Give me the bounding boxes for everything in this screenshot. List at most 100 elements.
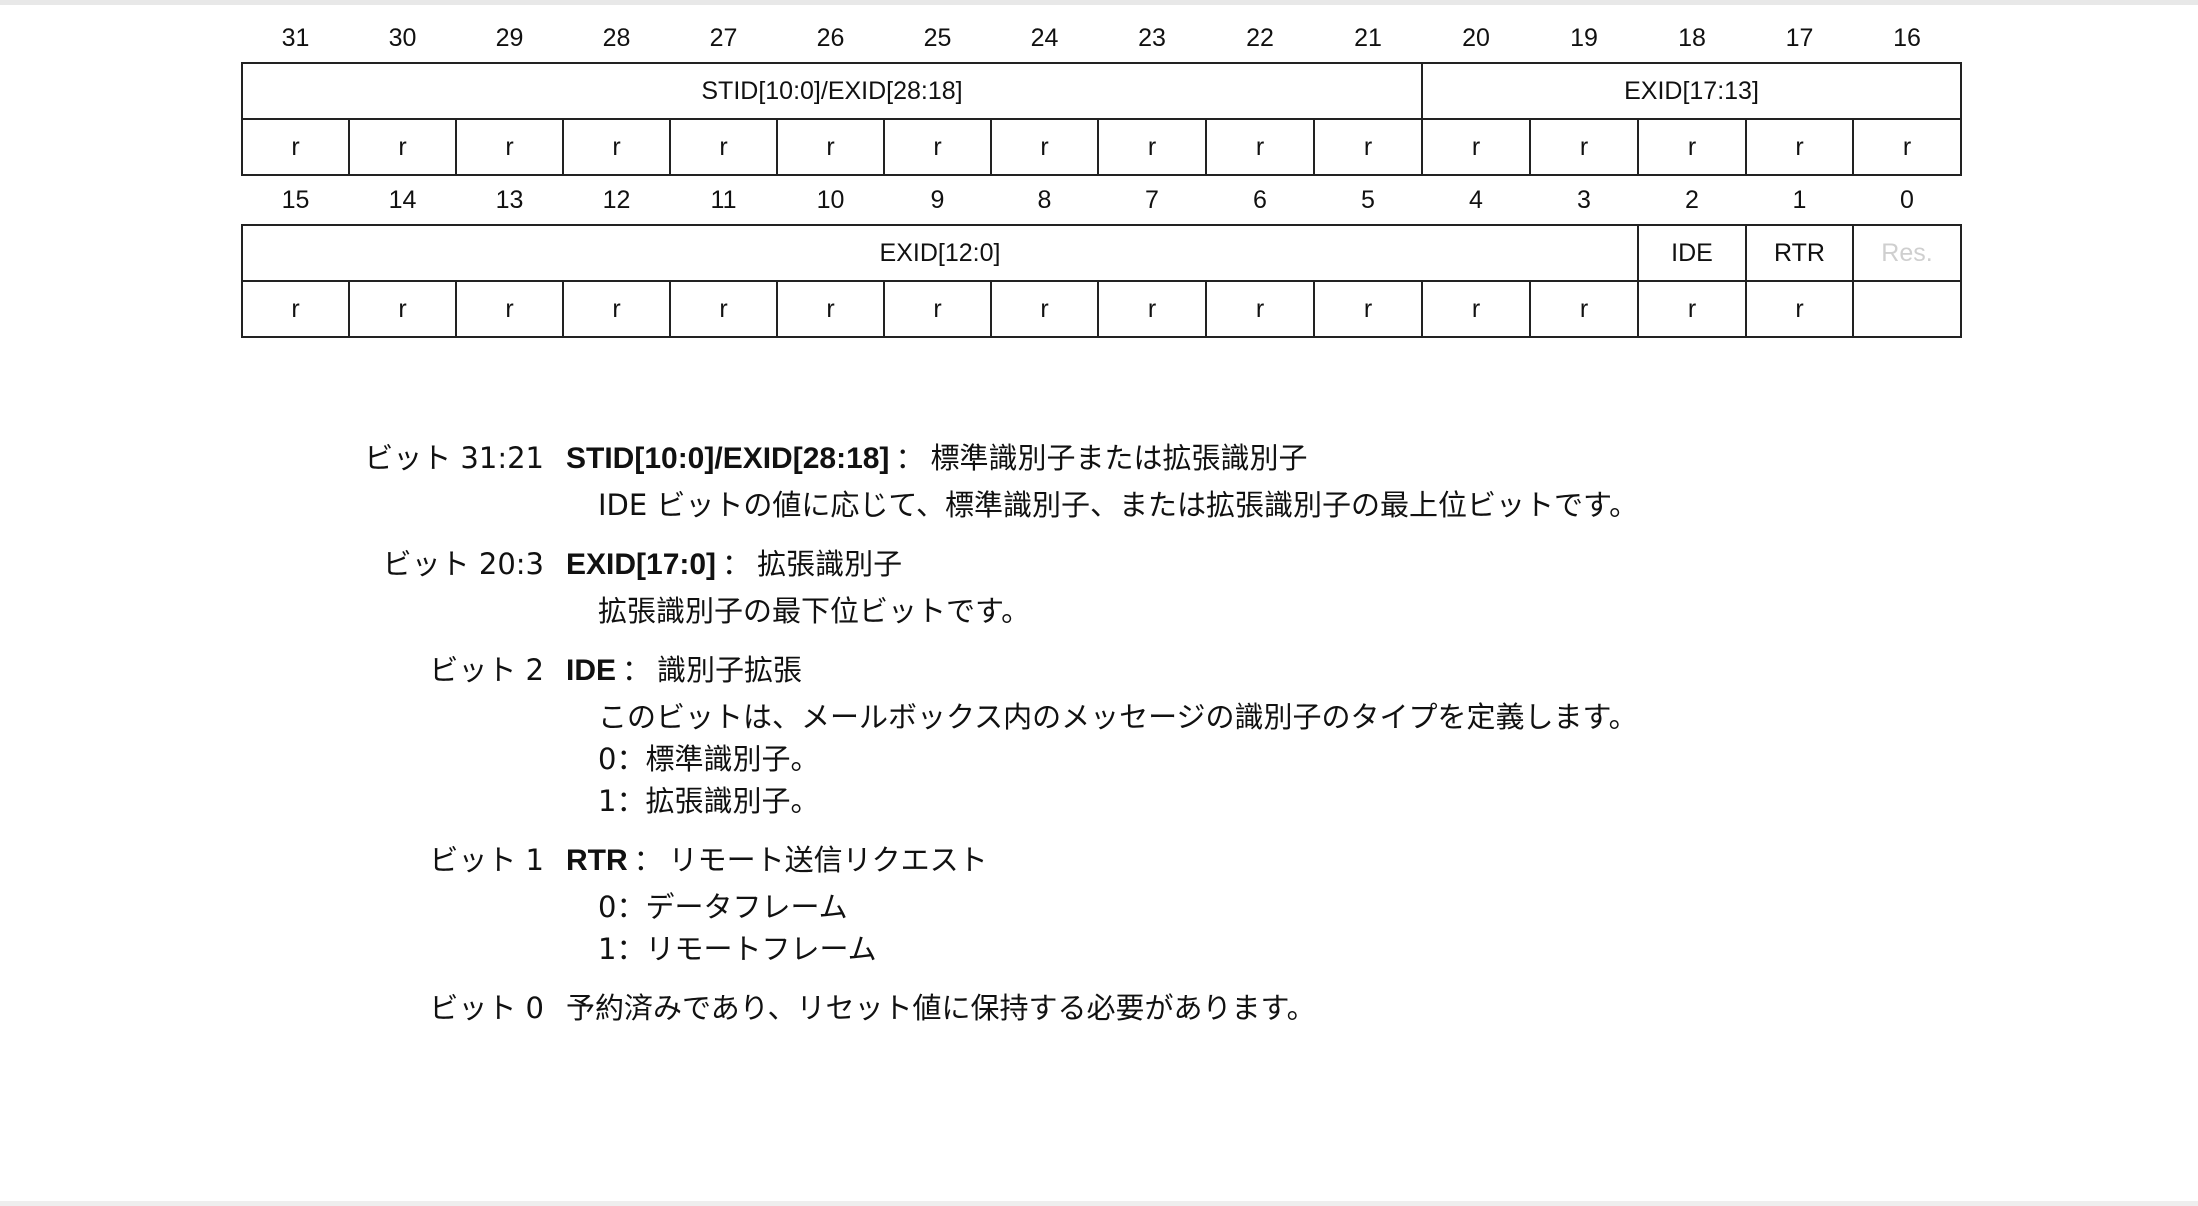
bit-number: 2 [1685, 185, 1699, 214]
field-name: EXID[17:0] [566, 548, 717, 581]
field-ide: IDE [1637, 224, 1747, 282]
field-name: STID[10:0]/EXID[28:18] [566, 442, 890, 475]
bit-title: IDE：識別子拡張 [566, 648, 802, 693]
description-line: IDE ビットの値に応じて、標準識別子、または拡張識別子の最上位ビットです。 [598, 488, 1639, 522]
access-cell: r [669, 118, 778, 176]
access-cell: r [348, 280, 457, 338]
separator: ： [633, 843, 663, 877]
access-cell: r [1529, 280, 1639, 338]
access-cell: r [455, 280, 564, 338]
access-cell: r [776, 280, 885, 338]
bit-number: 22 [1246, 23, 1274, 52]
description-line: 拡張識別子の最下位ビットです。 [598, 594, 1031, 628]
access-upper: r r r r r r r r r r r r r r r r [241, 118, 1962, 176]
access-cell: r [1313, 280, 1423, 338]
bit-entry-0: ビット 0 予約済みであり、リセット値に保持する必要があります。 [0, 986, 2198, 1030]
field-title: 拡張識別子 [757, 547, 903, 581]
access-cell: r [1745, 280, 1854, 338]
access-cell: r [1637, 118, 1747, 176]
access-cell: r [1529, 118, 1639, 176]
bit-number: 31 [281, 23, 310, 52]
bit-label: ビット 20:3 [382, 547, 544, 581]
separator: ： [722, 547, 752, 581]
access-cell: r [1097, 118, 1207, 176]
bit-numbers-upper: 31 30 29 28 27 26 25 24 23 22 21 20 19 1… [242, 14, 1961, 63]
bit-label: ビット 0 [429, 991, 544, 1025]
bit-number: 23 [1138, 23, 1166, 52]
bit-number: 1 [1792, 185, 1807, 214]
bit-number: 16 [1893, 23, 1921, 52]
top-rule [0, 0, 2198, 5]
fields-lower: EXID[12:0] IDE RTR Res. [241, 224, 1962, 282]
bit-number: 14 [388, 185, 417, 214]
bit-number: 11 [710, 185, 737, 214]
access-lower: r r r r r r r r r r r r r r r [241, 280, 1962, 338]
access-cell: r [1421, 280, 1531, 338]
bit-descriptions: ビット 31:21 STID[10:0]/EXID[28:18]：標準識別子また… [0, 436, 2198, 1046]
bit-number: 4 [1469, 185, 1483, 214]
register-table-upper: 31 30 29 28 27 26 25 24 23 22 21 20 19 1… [241, 14, 1962, 338]
bit-number: 8 [1037, 185, 1052, 214]
access-cell [1852, 280, 1962, 338]
bit-label: ビット 31:21 [364, 441, 544, 475]
bit-number: 18 [1678, 23, 1706, 52]
description-line: 1：拡張識別子。 [598, 784, 820, 818]
bit-number: 19 [1570, 23, 1598, 52]
bit-number: 17 [1785, 23, 1814, 52]
access-cell: r [562, 118, 671, 176]
description-line: このビットは、メールボックス内のメッセージの識別子のタイプを定義します。 [598, 700, 1638, 734]
access-cell: r [1852, 118, 1962, 176]
access-cell: r [1745, 118, 1854, 176]
bit-title: 予約済みであり、リセット値に保持する必要があります。 [566, 986, 1316, 1031]
bit-label: ビット 2 [429, 653, 544, 687]
bit-number: 20 [1462, 23, 1490, 52]
description-line: 0：データフレーム [598, 890, 848, 924]
bit-number: 30 [388, 23, 417, 52]
description-line: 1：リモートフレーム [598, 932, 877, 966]
bit-number: 24 [1030, 23, 1059, 52]
bit-number: 26 [816, 23, 845, 52]
access-cell: r [1205, 118, 1315, 176]
access-cell: r [562, 280, 671, 338]
access-cell: r [1637, 280, 1747, 338]
bit-number: 27 [709, 23, 738, 52]
fields-upper: STID[10:0]/EXID[28:18] EXID[17:13] [241, 62, 1962, 120]
access-cell: r [1205, 280, 1315, 338]
field-name: RTR [566, 844, 628, 877]
bit-title: RTR：リモート送信リクエスト [566, 838, 988, 883]
access-cell: r [348, 118, 457, 176]
access-cell: r [241, 280, 350, 338]
access-cell: r [241, 118, 350, 176]
field-exid-12-0: EXID[12:0] [241, 224, 1639, 282]
field-title: 標準識別子または拡張識別子 [930, 441, 1308, 475]
access-cell: r [883, 280, 992, 338]
access-cell: r [669, 280, 778, 338]
field-rtr: RTR [1745, 224, 1854, 282]
field-reserved: Res. [1852, 224, 1962, 282]
access-cell: r [1097, 280, 1207, 338]
bit-entry-20-3: ビット 20:3 EXID[17:0]：拡張識別子 拡張識別子の最下位ビットです… [0, 542, 2198, 632]
bit-entry-2: ビット 2 IDE：識別子拡張 このビットは、メールボックス内のメッセージの識別… [0, 648, 2198, 822]
bit-number: 5 [1361, 185, 1375, 214]
field-name: IDE [566, 654, 617, 687]
access-cell: r [455, 118, 564, 176]
bit-number: 15 [281, 185, 310, 214]
field-exid-17-13: EXID[17:13] [1421, 62, 1962, 120]
bit-number: 9 [930, 185, 945, 214]
bit-number: 10 [816, 185, 845, 214]
bit-number: 13 [495, 185, 524, 214]
field-title: リモート送信リクエスト [668, 843, 988, 877]
bit-entry-31-21: ビット 31:21 STID[10:0]/EXID[28:18]：標準識別子また… [0, 436, 2198, 526]
access-cell: r [1313, 118, 1423, 176]
access-cell: r [883, 118, 992, 176]
field-stid-exid: STID[10:0]/EXID[28:18] [241, 62, 1423, 120]
bit-title: STID[10:0]/EXID[28:18]：標準識別子または拡張識別子 [566, 436, 1307, 481]
bit-title: EXID[17:0]：拡張識別子 [566, 542, 902, 587]
bit-number: 3 [1577, 185, 1591, 214]
bit-entry-1: ビット 1 RTR：リモート送信リクエスト 0：データフレーム 1：リモートフレ… [0, 838, 2198, 970]
field-title: 予約済みであり、リセット値に保持する必要があります。 [566, 991, 1316, 1025]
bit-number: 7 [1145, 185, 1159, 214]
separator: ： [895, 441, 925, 475]
bit-number: 12 [602, 185, 631, 214]
bottom-rule [0, 1201, 2198, 1206]
